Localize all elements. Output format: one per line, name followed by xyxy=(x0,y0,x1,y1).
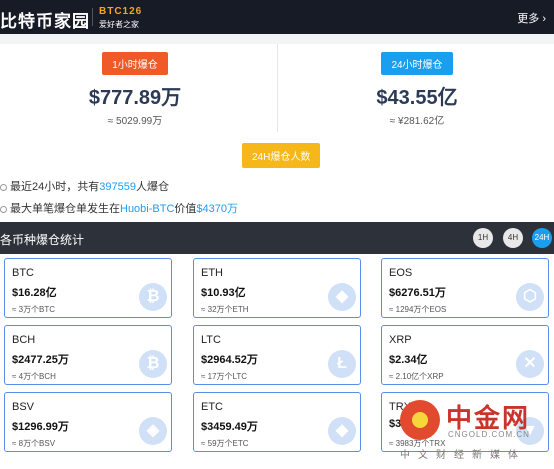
section-title: 各币种爆仓统计 xyxy=(0,233,85,247)
brand-slogan: 爱好者之家 xyxy=(99,20,139,29)
coin-stats-header: 各币种爆仓统计 1H 4H 24H xyxy=(0,222,554,254)
ethereum-icon: ◆ xyxy=(328,283,356,311)
bitcoin-cash-icon: ₿ xyxy=(139,350,167,378)
largest-prefix: 最大单笔爆仓单发生在 xyxy=(10,203,120,215)
stats-divider xyxy=(277,44,278,132)
xrp-icon: ✕ xyxy=(516,350,544,378)
litecoin-icon: Ł xyxy=(328,350,356,378)
watermark-url: CNGOLD.COM.CN xyxy=(448,430,530,439)
coin-value: $10.93亿 xyxy=(201,287,246,299)
more-menu-button[interactable]: 更多 › xyxy=(517,10,546,26)
coin-value: $2964.52万 xyxy=(201,354,258,366)
coin-symbol: ETC xyxy=(201,401,223,413)
watermark-logo-icon xyxy=(400,400,440,440)
info-line-largest: 最大单笔爆仓单发生在Huobi-BTC价值$4370万 xyxy=(0,200,238,216)
bullet-icon xyxy=(0,205,7,213)
coin-symbol: BTC xyxy=(12,267,34,279)
day-badge: 24小时爆仓 xyxy=(381,52,453,75)
people-count-badge: 24H爆仓人数 xyxy=(242,143,321,168)
bullet-icon xyxy=(0,183,7,191)
hour-approx: ≈ 5029.99万 xyxy=(107,116,163,127)
coin-card-etc[interactable]: ETC $3459.49万 ≈ 59万个ETC ◆ xyxy=(193,392,361,452)
coin-symbol: BSV xyxy=(12,401,35,413)
eos-icon: ⬡ xyxy=(516,283,544,311)
day-liquidation-panel: 24小时爆仓 $43.55亿 ≈ ¥281.62亿 xyxy=(282,44,552,132)
coin-amount: ≈ 4万个BCH xyxy=(12,372,56,381)
liquidation-info: 24H爆仓人数 最近24小时，共有397559人爆仓 最大单笔爆仓单发生在Huo… xyxy=(0,132,554,222)
coin-symbol: ETH xyxy=(201,267,223,279)
coin-value: $3459.49万 xyxy=(201,421,258,433)
coin-card-bch[interactable]: BCH $2477.25万 ≈ 4万个BCH ₿ xyxy=(4,325,172,385)
coin-value: $6276.51万 xyxy=(389,287,446,299)
hour-amount: $777.89万 xyxy=(88,87,182,109)
coin-symbol: XRP xyxy=(389,334,412,346)
coin-card-bsv[interactable]: BSV $1296.99万 ≈ 8万个BSV ◈ xyxy=(4,392,172,452)
more-label: 更多 xyxy=(517,13,540,25)
logo-divider xyxy=(92,8,93,26)
site-logo[interactable]: 比特币家园 xyxy=(0,7,90,32)
largest-mid: 价值 xyxy=(174,203,197,215)
coin-card-btc[interactable]: BTC $16.28亿 ≈ 3万个BTC ₿ xyxy=(4,258,172,318)
coin-value: $2477.25万 xyxy=(12,354,69,366)
day-amount: $43.55亿 xyxy=(376,87,458,109)
etc-icon: ◆ xyxy=(328,417,356,445)
coin-value: $16.28亿 xyxy=(12,287,57,299)
watermark: 中金网 CNGOLD.COM.CN 中文财经新媒体 xyxy=(400,394,554,469)
bitcoin-icon: ₿ xyxy=(139,283,167,311)
people-count: 397559 xyxy=(99,181,136,193)
coin-amount: ≈ 3万个BTC xyxy=(12,305,56,314)
chevron-down-icon: › xyxy=(542,13,546,25)
hour-badge: 1小时爆仓 xyxy=(102,52,168,75)
coin-symbol: EOS xyxy=(389,267,413,279)
top-nav-bar: 比特币家园 BTC126 爱好者之家 更多 › xyxy=(0,0,554,34)
largest-exchange-link[interactable]: Huobi-BTC xyxy=(120,203,174,215)
coin-card-eth[interactable]: ETH $10.93亿 ≈ 32万个ETH ◆ xyxy=(193,258,361,318)
info-line-count: 最近24小时，共有397559人爆仓 xyxy=(0,178,169,194)
day-approx: ≈ ¥281.62亿 xyxy=(389,116,445,127)
hour-liquidation-panel: 1小时爆仓 $777.89万 ≈ 5029.99万 xyxy=(0,44,270,132)
coin-symbol: BCH xyxy=(12,334,36,346)
coin-value: $2.34亿 xyxy=(389,354,428,366)
coin-amount: ≈ 59万个ETC xyxy=(201,439,249,448)
timeframe-4h-button[interactable]: 4H xyxy=(503,228,523,248)
bsv-icon: ◈ xyxy=(139,417,167,445)
count-suffix: 人爆仓 xyxy=(135,181,169,193)
watermark-slogan: 中文财经新媒体 xyxy=(400,450,526,461)
coin-amount: ≈ 17万个LTC xyxy=(201,372,248,381)
coin-amount: ≈ 2.10亿个XRP xyxy=(389,372,444,381)
coin-amount: ≈ 1294万个EOS xyxy=(389,305,447,314)
coin-amount: ≈ 8万个BSV xyxy=(12,439,56,448)
timeframe-1h-button[interactable]: 1H xyxy=(473,228,493,248)
coin-value: $1296.99万 xyxy=(12,421,69,433)
coin-amount: ≈ 32万个ETH xyxy=(201,305,249,314)
coin-symbol: LTC xyxy=(201,334,221,346)
count-prefix: 最近24小时，共有 xyxy=(10,181,100,193)
brand-label: BTC126 xyxy=(99,6,143,17)
largest-value: $4370万 xyxy=(196,203,238,215)
coin-card-xrp[interactable]: XRP $2.34亿 ≈ 2.10亿个XRP ✕ xyxy=(381,325,549,385)
coin-card-ltc[interactable]: LTC $2964.52万 ≈ 17万个LTC Ł xyxy=(193,325,361,385)
timeframe-24h-button[interactable]: 24H xyxy=(532,228,552,248)
coin-card-eos[interactable]: EOS $6276.51万 ≈ 1294万个EOS ⬡ xyxy=(381,258,549,318)
